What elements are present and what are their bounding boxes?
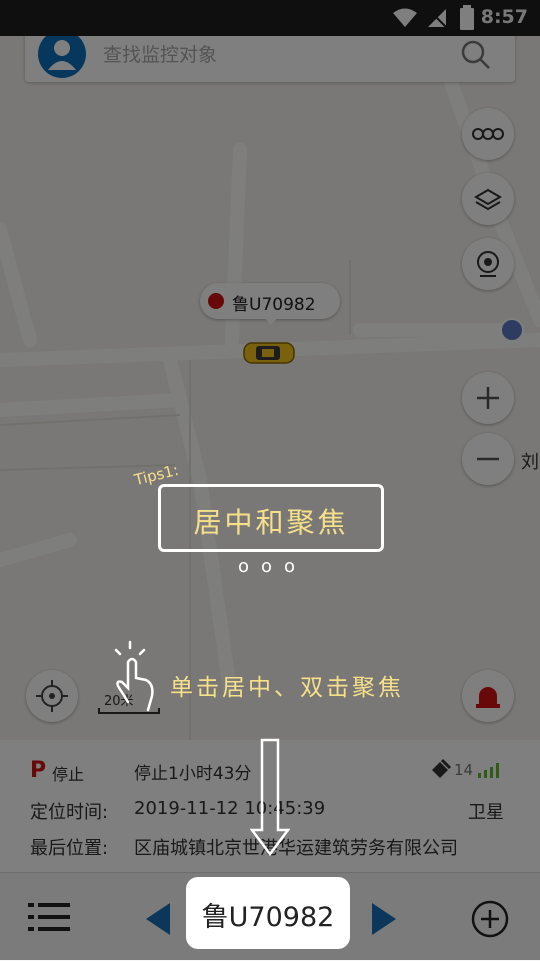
map-roads — [0, 73, 540, 740]
status-text: 停止 — [52, 765, 85, 784]
location-type: 卫星 — [468, 802, 504, 823]
tap-hand-icon — [114, 640, 154, 712]
locate-button[interactable] — [26, 670, 78, 722]
zoom-in-icon — [477, 387, 499, 409]
search-icon[interactable] — [459, 38, 493, 72]
time-label: 定位时间: — [30, 802, 109, 823]
list-menu-icon[interactable] — [28, 897, 72, 937]
vehicle-status-dot — [208, 293, 224, 309]
avatar[interactable] — [38, 30, 86, 78]
layers-icon — [474, 188, 502, 211]
next-vehicle-icon[interactable] — [370, 901, 398, 937]
tips-dots: ooo — [238, 556, 308, 577]
duration-text: 停止1小时43分 — [134, 764, 252, 784]
vehicle-label-bubble[interactable]: 鲁U70982 — [200, 283, 340, 325]
gesture-hint: 单击居中、双击聚焦 — [170, 675, 404, 701]
down-arrow-icon — [250, 738, 290, 857]
alarm-button[interactable] — [462, 670, 514, 722]
bubble-tail — [264, 317, 278, 325]
user-icon — [48, 40, 76, 70]
camera-button[interactable] — [462, 238, 514, 290]
add-icon[interactable] — [470, 899, 510, 939]
taxi-icon — [243, 342, 295, 364]
time-value: 2019-11-12 10:45:39 — [134, 798, 326, 819]
map-view[interactable]: 鲁U70982 刘 20米 — [0, 0, 540, 740]
vehicle-marker[interactable] — [242, 340, 296, 366]
map-poi-icon — [500, 318, 524, 342]
map-place-label: 刘 — [521, 452, 539, 473]
tips-title: 居中和聚焦 — [193, 506, 349, 539]
zoom-out-icon — [477, 457, 499, 461]
alarm-icon — [476, 687, 500, 708]
camera-icon — [477, 251, 499, 277]
zoom-out-button[interactable] — [462, 433, 514, 485]
status-time: 8:57 — [480, 6, 528, 28]
prev-vehicle-icon[interactable] — [144, 901, 172, 937]
tips-title-box: 居中和聚焦 — [158, 484, 384, 552]
battery-icon — [460, 5, 474, 30]
signal-bars-icon — [478, 763, 499, 778]
parking-status-icon: P — [30, 758, 47, 783]
layers-button[interactable] — [462, 173, 514, 225]
status-bar: 8:57 — [0, 0, 540, 36]
address-label: 最后位置: — [30, 838, 109, 859]
search-input[interactable] — [101, 40, 445, 70]
vehicle-plate-label: 鲁U70982 — [232, 295, 316, 315]
current-vehicle-plate-text: 鲁U70982 — [201, 902, 335, 933]
wifi-icon — [393, 8, 417, 27]
satellite-icon — [432, 758, 452, 778]
route-icon — [472, 128, 504, 140]
route-button[interactable] — [462, 108, 514, 160]
crosshair-icon — [36, 680, 68, 712]
current-vehicle-plate[interactable]: 鲁U70982 — [186, 877, 350, 949]
address-value: 区庙城镇北京世港华运建筑劳务有限公司 — [134, 838, 458, 859]
zoom-in-button[interactable] — [462, 372, 514, 424]
satellite-count: 14 — [454, 761, 474, 779]
no-signal-icon — [427, 8, 447, 28]
